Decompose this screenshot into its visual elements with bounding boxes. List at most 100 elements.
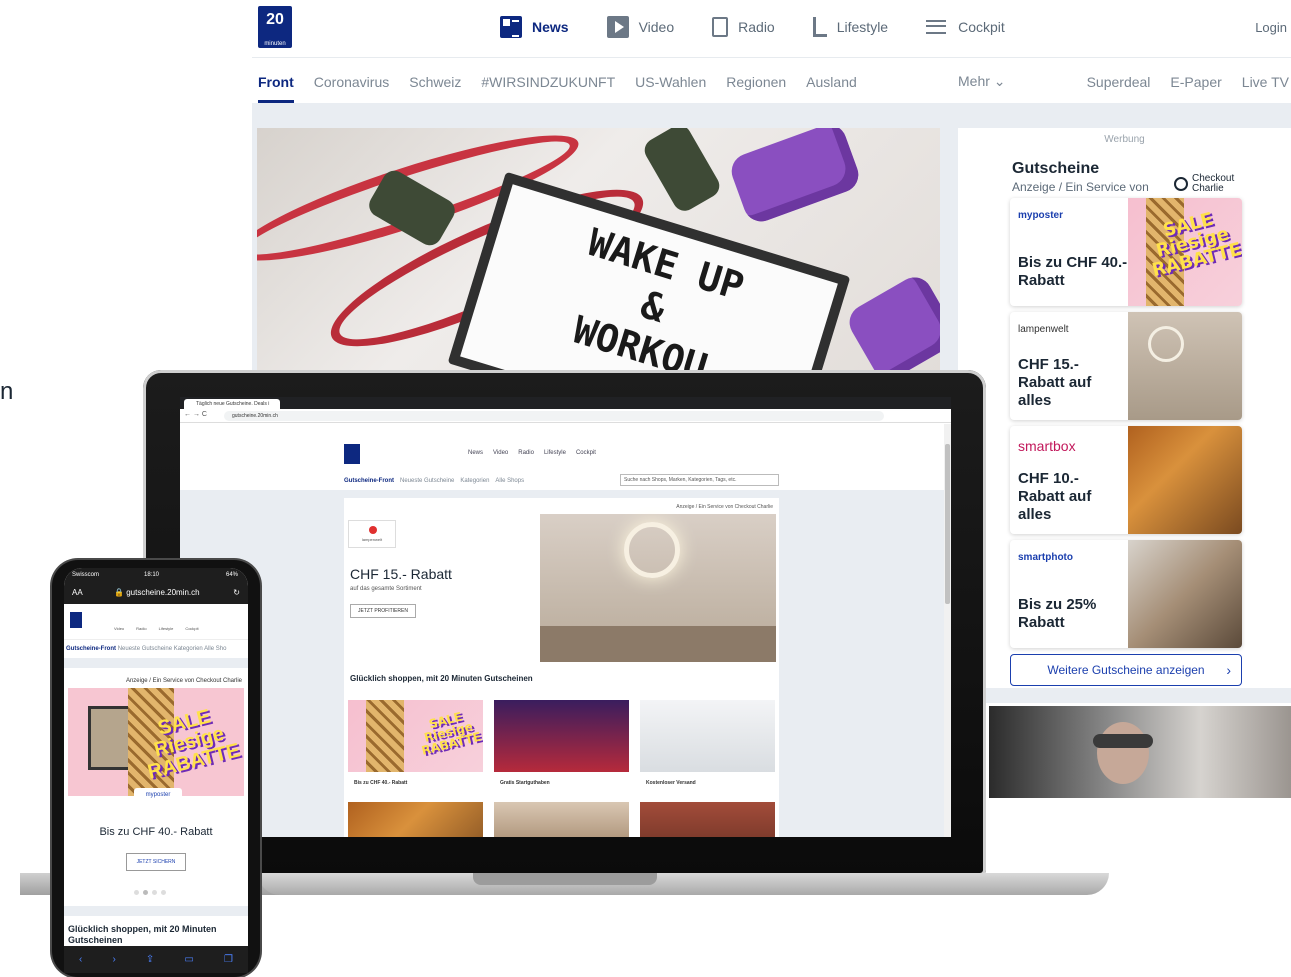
thumb-card[interactable]	[494, 802, 629, 837]
tab-schweiz[interactable]: Schweiz	[409, 74, 461, 103]
tab-rest[interactable]: Neueste Gutscheine Kategorien Alle Sho	[118, 646, 227, 652]
checkout-charlie-logo: Checkout Charlie	[1174, 174, 1234, 194]
video-icon	[606, 16, 629, 38]
tab-ausland[interactable]: Ausland	[806, 74, 857, 103]
mehr-dropdown[interactable]: Mehr ⌄	[958, 73, 1006, 90]
section-title: Glücklich shoppen, mit 20 Minuten Gutsch…	[68, 924, 217, 945]
tab-wirsindzukunft[interactable]: #WIRSINDZUKUNFT	[481, 74, 615, 103]
browser-nav-icons[interactable]: ← → C	[184, 411, 207, 418]
article-image[interactable]	[989, 706, 1291, 798]
bookmarks-icon[interactable]: ▭	[184, 946, 193, 973]
divider	[64, 906, 248, 916]
voucher-deal: Bis zu 25% Rabatt	[1018, 596, 1097, 631]
gutscheine-tabs: Gutscheine-Front Neueste Gutscheine Kate…	[344, 478, 524, 484]
tab-alle-shops[interactable]: Alle Shops	[495, 478, 524, 484]
thumb-caption: Bis zu CHF 40.- Rabatt	[354, 780, 408, 786]
url-value: gutscheine.20min.ch	[126, 588, 200, 597]
link-livetv[interactable]: Live TV	[1242, 74, 1289, 90]
login-link[interactable]: Login	[1255, 20, 1287, 35]
radio-icon	[712, 17, 729, 37]
tab-kategorien[interactable]: Kategorien	[460, 478, 489, 484]
section-tabs: Front Coronavirus Schweiz #WIRSINDZUKUNF…	[258, 74, 857, 103]
nav-cockpit[interactable]: Cockpit	[926, 16, 1005, 38]
link-epaper[interactable]: E-Paper	[1170, 74, 1221, 90]
link-superdeal[interactable]: Superdeal	[1087, 74, 1151, 90]
tab-front[interactable]: Front	[258, 74, 294, 103]
tab-gutscheine-front[interactable]: Gutscheine-Front	[344, 478, 394, 484]
thumb-card[interactable]	[348, 802, 483, 837]
nav-video[interactable]: Video	[114, 626, 124, 631]
nav-radio[interactable]: Radio	[136, 626, 146, 631]
sale-image[interactable]: SALE Riesige RABATTE	[68, 688, 244, 796]
nav-lifestyle[interactable]: Lifestyle	[544, 450, 566, 456]
nav-news[interactable]: News	[468, 450, 483, 456]
mobile-address-bar[interactable]: AA 🔒 gutscheine.20min.ch ↻	[64, 582, 248, 604]
voucher-card-smartphoto[interactable]: smartphoto Bis zu 25% Rabatt	[1010, 540, 1242, 648]
share-icon[interactable]: ⇪	[146, 946, 154, 973]
deal-title: CHF 15.- Rabatt	[350, 566, 452, 582]
ad-title: Gutscheine	[1012, 160, 1100, 177]
lock-icon: 🔒	[114, 588, 124, 597]
deal-subline: auf das gesamte Sortiment	[350, 586, 422, 592]
site-logo[interactable]: 20 minuten	[258, 6, 292, 48]
tabs-icon[interactable]: ❐	[224, 946, 233, 973]
couple-image	[1128, 540, 1242, 648]
site-logo[interactable]	[70, 612, 82, 628]
voucher-card-myposter[interactable]: myposter Bis zu CHF 40.- Rabatt SALE Ries…	[1010, 198, 1242, 306]
nav-news[interactable]: News	[500, 16, 569, 38]
reload-icon[interactable]: ↻	[233, 582, 240, 604]
thumb-card[interactable]	[640, 802, 775, 837]
browser-tab[interactable]: Täglich neue Gutscheine. Deals i	[184, 399, 280, 409]
nav-cockpit[interactable]: Cockpit	[576, 450, 596, 456]
carousel-dots[interactable]	[134, 890, 166, 895]
voucher-card-smartbox[interactable]: smartbox CHF 10.- Rabatt auf alles	[1010, 426, 1242, 534]
nav-lifestyle[interactable]: Lifestyle	[812, 16, 889, 38]
hero-image[interactable]: WAKE UP & WORKOU	[257, 128, 940, 373]
forward-icon[interactable]: ›	[112, 946, 115, 973]
nav-label: News	[532, 19, 569, 35]
nav-radio[interactable]: Radio	[518, 450, 534, 456]
lamp-image	[1128, 312, 1242, 420]
nav-video[interactable]: Video	[606, 16, 674, 38]
gutscheine-ad: Werbung Gutscheine Anzeige / Ein Service…	[958, 128, 1291, 688]
text-size-button[interactable]: AA	[72, 582, 83, 604]
ad-label: Anzeige / Ein Service von Checkout Charl…	[125, 678, 242, 684]
tab-coronavirus[interactable]: Coronavirus	[314, 74, 389, 103]
more-vouchers-button[interactable]: Weitere Gutscheine anzeigen ›	[1010, 654, 1242, 686]
nav-video[interactable]: Video	[493, 450, 508, 456]
thumb-card[interactable]	[640, 700, 775, 772]
tab-neueste[interactable]: Neueste Gutscheine	[400, 478, 454, 484]
ad-label: Werbung	[1104, 134, 1145, 145]
nav-lifestyle[interactable]: Lifestyle	[159, 626, 174, 631]
url-text: 🔒 gutscheine.20min.ch	[114, 582, 200, 604]
chevron-down-icon: ⌄	[993, 73, 1006, 89]
tab-us-wahlen[interactable]: US-Wahlen	[635, 74, 706, 103]
nav-cockpit[interactable]: Cockpit	[185, 626, 198, 631]
secure-button[interactable]: JETZT SICHERN	[126, 853, 186, 871]
voucher-deal: CHF 15.- Rabatt auf alles	[1018, 356, 1092, 409]
scrollbar[interactable]	[944, 424, 951, 837]
dumbbell	[726, 128, 864, 227]
lifestyle-icon	[812, 17, 827, 37]
brand-logo: lampenwelt	[1018, 324, 1069, 335]
nav-label: Lifestyle	[836, 19, 889, 35]
checkmark-icon	[1174, 177, 1188, 191]
logo-text: 20	[266, 11, 284, 28]
address-bar[interactable]: gutscheine.20min.ch	[224, 411, 884, 421]
tab-regionen[interactable]: Regionen	[726, 74, 786, 103]
phone-screen: Swisscom 18:10 64% AA 🔒 gutscheine.20min…	[64, 568, 248, 973]
back-icon[interactable]: ‹	[79, 946, 82, 973]
thumb-card[interactable]	[494, 700, 629, 772]
news-icon	[500, 16, 522, 38]
thumb-card[interactable]: SALE Riesige RABATTE	[348, 700, 483, 772]
chevron-right-icon: ›	[1226, 662, 1231, 678]
nav-radio[interactable]: Radio	[712, 16, 775, 38]
search-input[interactable]: Suche nach Shops, Marken, Kategorien, Ta…	[620, 474, 779, 486]
thumb-caption: Gratis Startguthaben	[500, 780, 550, 786]
tab-gutscheine-front[interactable]: Gutscheine-Front	[66, 646, 116, 652]
site-logo[interactable]	[344, 444, 360, 464]
laptop-screen: Täglich neue Gutscheine. Deals i ← → C g…	[180, 397, 951, 837]
voucher-card-lampenwelt[interactable]: lampenwelt CHF 15.- Rabatt auf alles	[1010, 312, 1242, 420]
profit-button[interactable]: JETZT PROFITIEREN	[350, 604, 416, 618]
mobile-nav-items: Video Radio Lifestyle Cockpit	[114, 626, 199, 631]
